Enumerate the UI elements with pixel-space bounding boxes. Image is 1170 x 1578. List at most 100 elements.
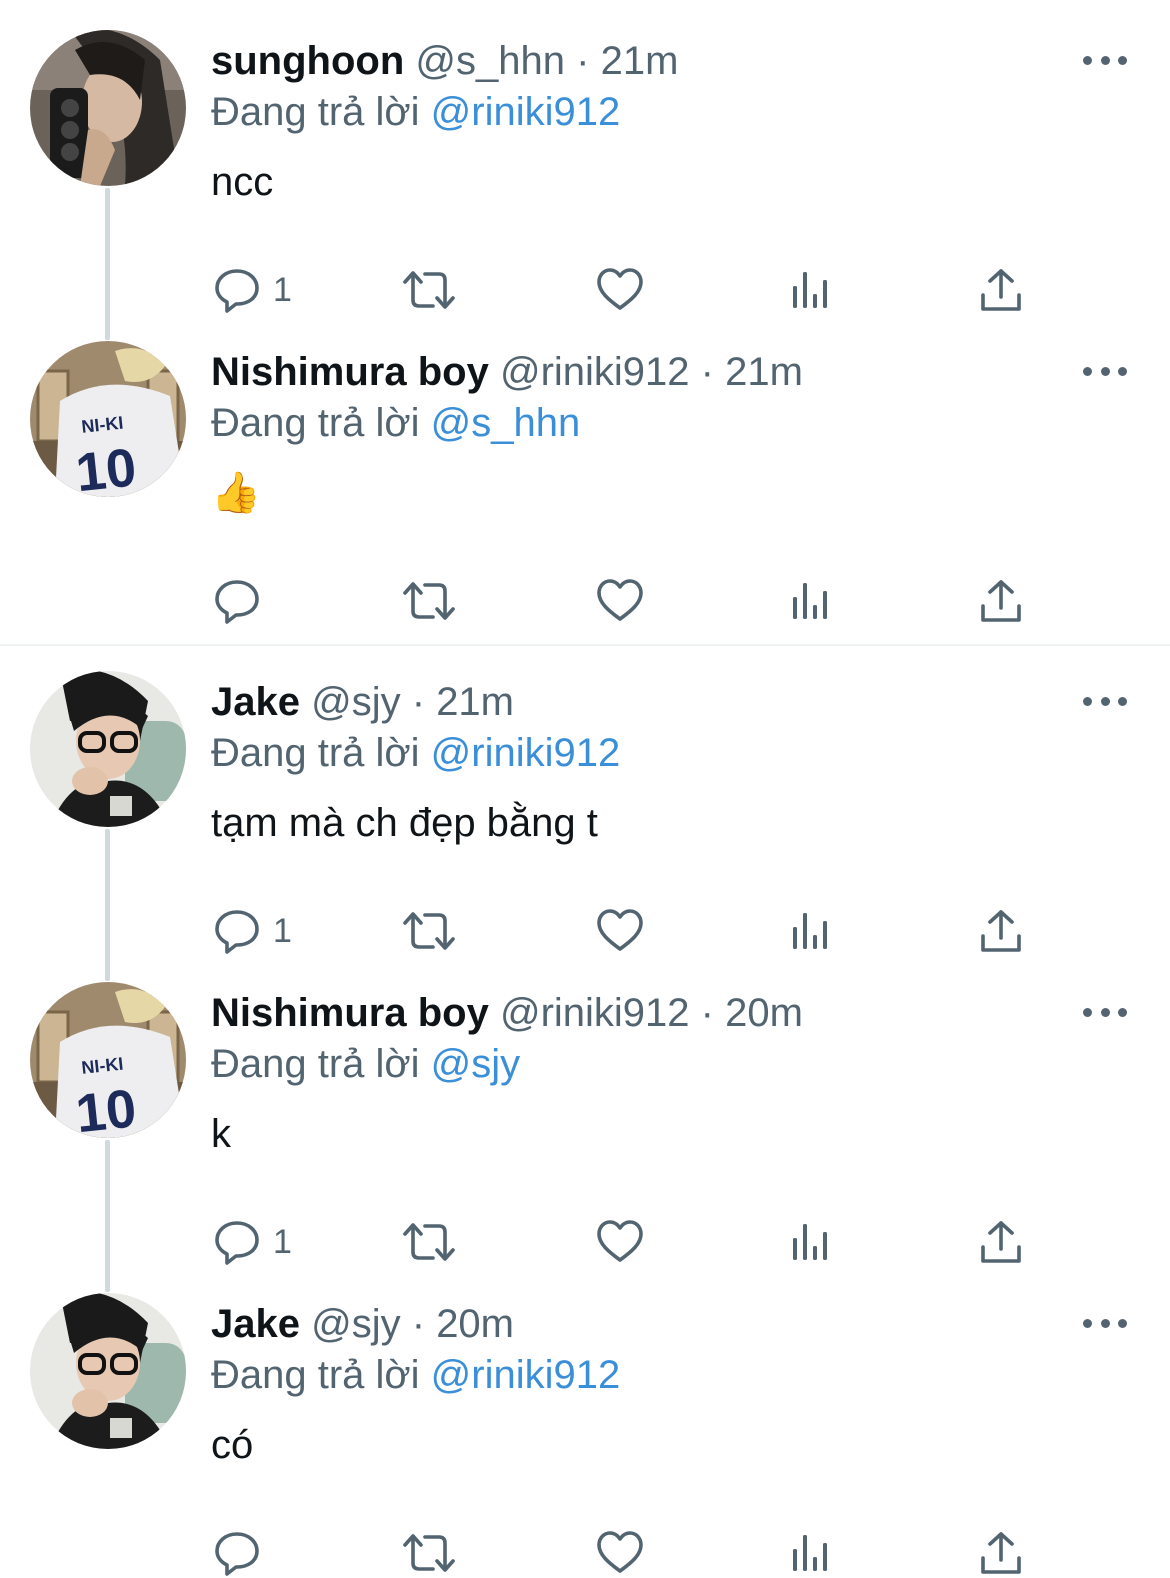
tweet-text: có [211, 1423, 254, 1467]
reply-icon [213, 1218, 261, 1266]
share-button[interactable] [979, 576, 1023, 626]
tweet[interactable]: NI-KI 10 Nishimura boy @riniki912 · 21m Đan… [0, 341, 1170, 624]
replying-to: Đang trả lời @sjy [211, 1039, 520, 1089]
replying-to: Đang trả lời @riniki912 [211, 728, 620, 778]
separator-dot: · [411, 680, 426, 724]
retweet-button[interactable] [400, 265, 458, 315]
tweet-header: Nishimura boy @riniki912 · 21m [211, 347, 803, 397]
like-icon [595, 577, 645, 625]
svg-text:10: 10 [73, 1078, 139, 1138]
reply-button[interactable]: 1 [213, 906, 292, 956]
conversation-divider [0, 644, 1170, 646]
display-name[interactable]: Nishimura boy [211, 991, 489, 1035]
share-icon [979, 1530, 1023, 1576]
svg-text:10: 10 [73, 437, 139, 497]
user-handle[interactable]: @sjy [311, 680, 401, 724]
share-icon [979, 267, 1023, 313]
views-button[interactable] [791, 576, 831, 626]
timestamp[interactable]: 20m [436, 1302, 514, 1346]
separator-dot: · [411, 1302, 426, 1346]
mention-link[interactable]: @riniki912 [431, 1353, 621, 1397]
replying-to-label: Đang trả lời [211, 731, 420, 775]
reply-count: 1 [273, 270, 292, 309]
retweet-button[interactable] [400, 906, 458, 956]
user-handle[interactable]: @riniki912 [500, 350, 690, 394]
share-icon [979, 1219, 1023, 1265]
tweet-text: tạm mà ch đẹp bằng t [211, 801, 598, 845]
share-button[interactable] [979, 906, 1023, 956]
tweet-text: ncc [211, 160, 274, 204]
like-icon [595, 1218, 645, 1266]
tweet[interactable]: Jake @sjy · 20m Đang trả lời @riniki912 có [0, 1293, 1170, 1576]
display-name[interactable]: Nishimura boy [211, 350, 489, 394]
replying-to: Đang trả lời @riniki912 [211, 87, 620, 137]
like-button[interactable] [595, 1217, 645, 1267]
tweet-actions: 1 [211, 1217, 1041, 1267]
replying-to: Đang trả lời @riniki912 [211, 1350, 620, 1400]
avatar[interactable] [30, 30, 186, 186]
like-icon [595, 1529, 645, 1577]
mention-link[interactable]: @s_hhn [431, 401, 581, 445]
timestamp[interactable]: 21m [725, 350, 803, 394]
retweet-button[interactable] [400, 576, 458, 626]
retweet-icon [400, 1529, 458, 1577]
retweet-icon [400, 577, 458, 625]
tweet[interactable]: sunghoon @s_hhn · 21m Đang trả lời @rinik… [0, 30, 1170, 313]
tweet-text: 👍 [211, 471, 261, 515]
like-button[interactable] [595, 906, 645, 956]
views-button[interactable] [791, 906, 831, 956]
tweet-actions: 1 [211, 906, 1041, 956]
more-icon[interactable] [1083, 1004, 1127, 1020]
replying-to: Đang trả lời @s_hhn [211, 398, 580, 448]
mention-link[interactable]: @riniki912 [431, 731, 621, 775]
views-button[interactable] [791, 265, 831, 315]
display-name[interactable]: Jake [211, 1302, 300, 1346]
timestamp[interactable]: 21m [601, 39, 679, 83]
like-button[interactable] [595, 576, 645, 626]
views-button[interactable] [791, 1217, 831, 1267]
reply-button[interactable]: 1 [213, 1217, 292, 1267]
user-handle[interactable]: @riniki912 [500, 991, 690, 1035]
tweet-header: Jake @sjy · 21m [211, 677, 514, 727]
views-icon [791, 1533, 831, 1573]
timestamp[interactable]: 20m [725, 991, 803, 1035]
user-handle[interactable]: @sjy [311, 1302, 401, 1346]
views-icon [791, 581, 831, 621]
reply-button[interactable]: 1 [213, 265, 292, 315]
avatar[interactable] [30, 671, 186, 827]
separator-dot: · [576, 39, 590, 83]
avatar[interactable] [30, 1293, 186, 1449]
share-button[interactable] [979, 265, 1023, 315]
retweet-icon [400, 907, 458, 955]
tweet-text: k [211, 1112, 231, 1156]
like-button[interactable] [595, 265, 645, 315]
tweet-actions: 1 [211, 265, 1041, 315]
more-icon[interactable] [1083, 363, 1127, 379]
tweet[interactable]: Jake @sjy · 21m Đang trả lời @riniki912 tạ… [0, 671, 1170, 954]
views-icon [791, 270, 831, 310]
share-icon [979, 578, 1023, 624]
user-handle[interactable]: @s_hhn [415, 39, 565, 83]
mention-link[interactable]: @riniki912 [431, 90, 621, 134]
tweet[interactable]: NI-KI 10 Nishimura boy @riniki912 · 20m Đan… [0, 982, 1170, 1265]
retweet-icon [400, 1218, 458, 1266]
avatar[interactable]: NI-KI 10 [30, 341, 186, 497]
retweet-button[interactable] [400, 1217, 458, 1267]
replying-to-label: Đang trả lời [211, 401, 420, 445]
retweet-icon [400, 266, 458, 314]
share-button[interactable] [979, 1217, 1023, 1267]
replying-to-label: Đang trả lời [211, 90, 420, 134]
avatar[interactable]: NI-KI 10 [30, 982, 186, 1138]
display-name[interactable]: sunghoon [211, 39, 404, 83]
timestamp[interactable]: 21m [436, 680, 514, 724]
mention-link[interactable]: @sjy [431, 1042, 521, 1086]
views-icon [791, 911, 831, 951]
more-icon[interactable] [1083, 52, 1127, 68]
more-icon[interactable] [1083, 693, 1127, 709]
more-icon[interactable] [1083, 1315, 1127, 1331]
reply-icon [213, 577, 261, 625]
reply-button[interactable] [213, 576, 273, 626]
reply-icon [213, 907, 261, 955]
display-name[interactable]: Jake [211, 680, 300, 724]
reply-icon [213, 1529, 261, 1577]
